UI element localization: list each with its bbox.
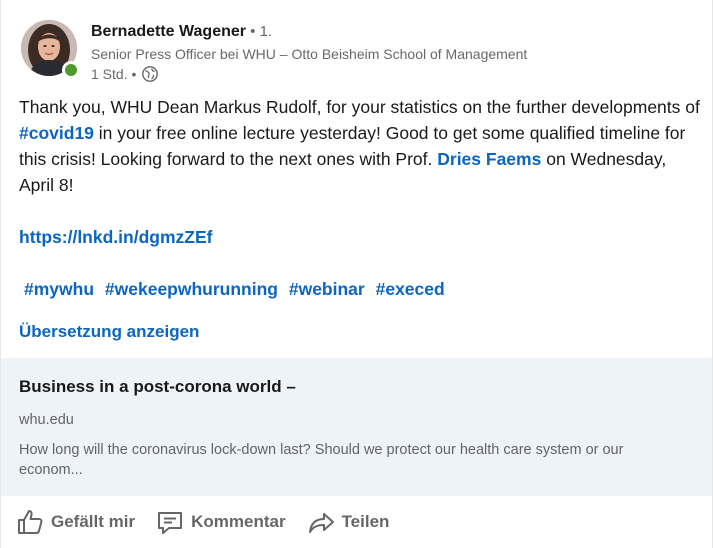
share-button[interactable]: Teilen [306, 507, 390, 537]
author-avatar[interactable] [21, 20, 80, 79]
globe-icon [141, 65, 159, 83]
preview-title: Business in a post-corona world – [19, 377, 296, 396]
thumbs-up-icon [18, 510, 43, 534]
comment-button[interactable]: Kommentar [155, 507, 286, 537]
hashtag-execed[interactable]: #execed [376, 279, 445, 299]
like-label: Gefällt mir [51, 512, 136, 531]
post-link-line: https://lnkd.in/dgmzZEf [19, 224, 704, 250]
mention-dries-faems[interactable]: Dries Faems [437, 149, 541, 169]
hashtag-covid19[interactable]: #covid19 [19, 123, 94, 143]
link-preview-card[interactable]: Business in a post-corona world – whu.ed… [1, 358, 712, 496]
hashtag-list: #mywhu #wekeepwhurunning #webinar #exece… [24, 276, 704, 302]
preview-domain: whu.edu [19, 412, 74, 428]
short-link[interactable]: https://lnkd.in/dgmzZEf [19, 227, 212, 247]
author-title: Senior Press Officer bei WHU – Otto Beis… [91, 46, 528, 62]
post-timestamp: 1 Std. • [91, 66, 137, 82]
preview-description: How long will the coronavirus lock-down … [19, 442, 624, 478]
online-status-indicator [62, 61, 80, 79]
social-actions-bar: Gefällt mir Kommentar Teilen [15, 502, 409, 542]
feed-post-card: Bernadette Wagener • 1. Senior Press Off… [0, 0, 713, 548]
share-arrow-icon [308, 513, 334, 533]
post-meta: 1 Std. • [91, 64, 159, 84]
post-body: Thank you, WHU Dean Markus Rudolf, for y… [19, 94, 704, 302]
hashtag-mywhu[interactable]: #mywhu [24, 279, 94, 299]
like-button[interactable]: Gefällt mir [15, 507, 135, 537]
post-paragraph: Thank you, WHU Dean Markus Rudolf, for y… [19, 94, 704, 198]
show-translation-link[interactable]: Übersetzung anzeigen [19, 320, 199, 344]
hashtag-webinar[interactable]: #webinar [289, 279, 365, 299]
author-name[interactable]: Bernadette Wagener [91, 23, 246, 40]
author-line: Bernadette Wagener • 1. [91, 21, 272, 43]
post-text-segment: Thank you, WHU Dean Markus Rudolf, for y… [19, 97, 700, 117]
connection-degree: • 1. [246, 23, 273, 40]
comment-label: Kommentar [191, 512, 286, 531]
share-label: Teilen [341, 512, 390, 531]
hashtag-wekeepwhurunning[interactable]: #wekeepwhurunning [105, 279, 278, 299]
comment-icon [158, 512, 183, 534]
post-header: Bernadette Wagener • 1. Senior Press Off… [21, 18, 701, 86]
